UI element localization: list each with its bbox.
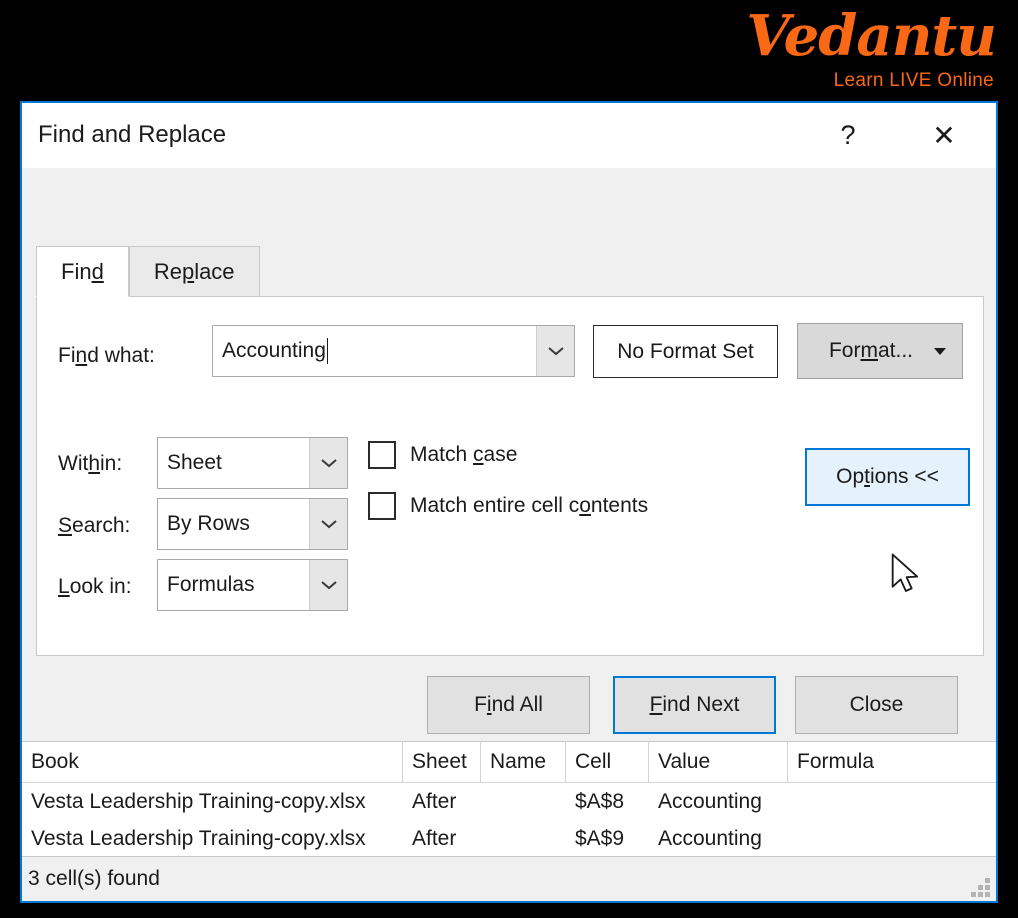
options-toggle-label: Options << [836,465,939,488]
column-header-sheet[interactable]: Sheet [403,742,481,783]
options-toggle-button[interactable]: Options << [805,448,970,506]
within-value: Sheet [167,451,222,474]
look-in-value: Formulas [167,573,255,596]
chevron-down-icon[interactable] [309,560,347,610]
cell-book: Vesta Leadership Training-copy.xlsx [31,826,366,850]
chevron-down-icon[interactable] [309,438,347,488]
find-what-value[interactable]: Accounting [213,326,536,376]
find-next-label: Find Next [649,693,740,716]
look-in-label: Look in: [58,575,132,598]
search-value: By Rows [167,512,250,535]
within-label: Within: [58,452,123,475]
dialog-titlebar: Find and Replace ? ✕ [22,103,996,168]
dialog-body: Find Replace Find what: Accounting No Fo… [22,168,996,741]
cell-address: $A$8 [575,789,625,813]
cell-formula [788,820,988,856]
status-text: 3 cell(s) found [28,867,160,890]
search-select[interactable]: By Rows [157,498,348,550]
find-and-replace-dialog: Find and Replace ? ✕ Find Replace Find w… [20,101,998,903]
find-all-label: Find All [474,693,543,716]
match-case-label: Match case [410,443,518,466]
match-case-row[interactable]: Match case [368,441,517,469]
tab-replace[interactable]: Replace [128,246,260,296]
tab-find[interactable]: Find [36,246,129,297]
dialog-statusbar: 3 cell(s) found [22,856,996,901]
look-in-select[interactable]: Formulas [157,559,348,611]
chevron-down-icon[interactable] [536,326,574,376]
find-what-label: Find what: [58,344,155,367]
cell-book: Vesta Leadership Training-copy.xlsx [31,789,366,813]
cell-address: $A$9 [575,826,625,850]
results-table-header: Book Sheet Name Cell Value Formula [22,742,996,783]
find-options-panel: Find what: Accounting No Format Set Form… [36,296,984,656]
tab-replace-label: Replace [153,258,235,284]
format-button-label: Format... [828,339,914,362]
help-icon[interactable]: ? [822,103,874,168]
match-entire-cell-label: Match entire cell contents [410,494,649,517]
results-table: Book Sheet Name Cell Value Formula Vesta… [22,741,996,856]
column-header-value[interactable]: Value [649,742,788,783]
text-caret [326,338,328,364]
find-what-input[interactable]: Accounting [212,325,575,377]
cell-formula [788,783,988,820]
resize-grip[interactable] [971,878,990,897]
column-header-book[interactable]: Book [22,742,403,783]
find-next-button[interactable]: Find Next [613,676,776,734]
cell-sheet: After [412,789,457,813]
match-entire-cell-checkbox[interactable] [368,492,396,520]
cell-value: Accounting [658,789,762,813]
find-what-text: Accounting [222,339,326,362]
tab-find-label: Find [61,258,104,284]
column-header-cell[interactable]: Cell [566,742,649,783]
chevron-down-icon[interactable] [934,348,946,355]
dialog-title: Find and Replace [38,121,227,148]
tabstrip: Find Replace [36,246,260,297]
table-row[interactable]: Vesta Leadership Training-copy.xlsx Afte… [22,783,996,820]
vedantu-tagline: Learn LIVE Online [833,70,994,91]
find-all-button[interactable]: Find All [427,676,590,734]
search-label: Search: [58,514,131,537]
cell-sheet: After [412,826,457,850]
format-button[interactable]: Format... [797,323,963,379]
cell-name [481,820,566,856]
vedantu-logo: Vedantu [746,3,997,69]
close-dialog-button[interactable]: Close [795,676,958,734]
dialog-action-row: Find All Find Next Close [22,668,996,738]
cell-value: Accounting [658,826,762,850]
chevron-down-icon[interactable] [309,499,347,549]
cell-name [481,783,566,820]
vedantu-branding-banner: Vedantu Learn LIVE Online [0,0,1018,101]
match-case-checkbox[interactable] [368,441,396,469]
no-format-set-preview: No Format Set [593,325,778,378]
within-select[interactable]: Sheet [157,437,348,489]
table-row[interactable]: Vesta Leadership Training-copy.xlsx Afte… [22,820,996,856]
match-entire-cell-row[interactable]: Match entire cell contents [368,492,648,520]
close-icon[interactable]: ✕ [918,103,970,168]
column-header-name[interactable]: Name [481,742,566,783]
column-header-formula[interactable]: Formula [788,742,988,783]
